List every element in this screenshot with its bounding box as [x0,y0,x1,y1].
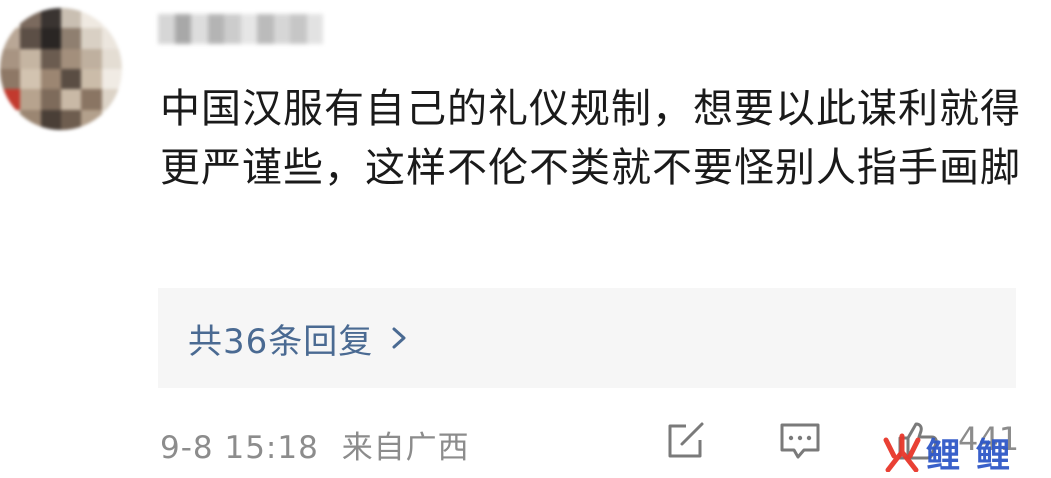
watermark-mark-icon [883,433,921,472]
comment-icon[interactable] [778,420,822,462]
view-replies-button[interactable]: 共36条回复 [158,288,1016,388]
username-redacted[interactable] [158,14,323,44]
comment-time: 9-8 15:18 [160,430,319,466]
comment-meta: 9-8 15:18 来自广西 [160,422,470,467]
comment-text: 中国汉服有自己的礼仪规制，想要以此谋利就得更严谨些，这样不伦不类就不要怪别人指手… [160,86,1021,191]
comment-location: 来自广西 [341,430,470,466]
chevron-right-icon [391,326,407,350]
watermark-text: 鲤 鲤 [926,435,1012,476]
avatar[interactable] [0,8,122,130]
edit-icon[interactable] [664,420,708,462]
replies-count-label: 共36条回复 [188,321,374,362]
watermark-logo: 鲤 鲤 [880,430,1030,476]
